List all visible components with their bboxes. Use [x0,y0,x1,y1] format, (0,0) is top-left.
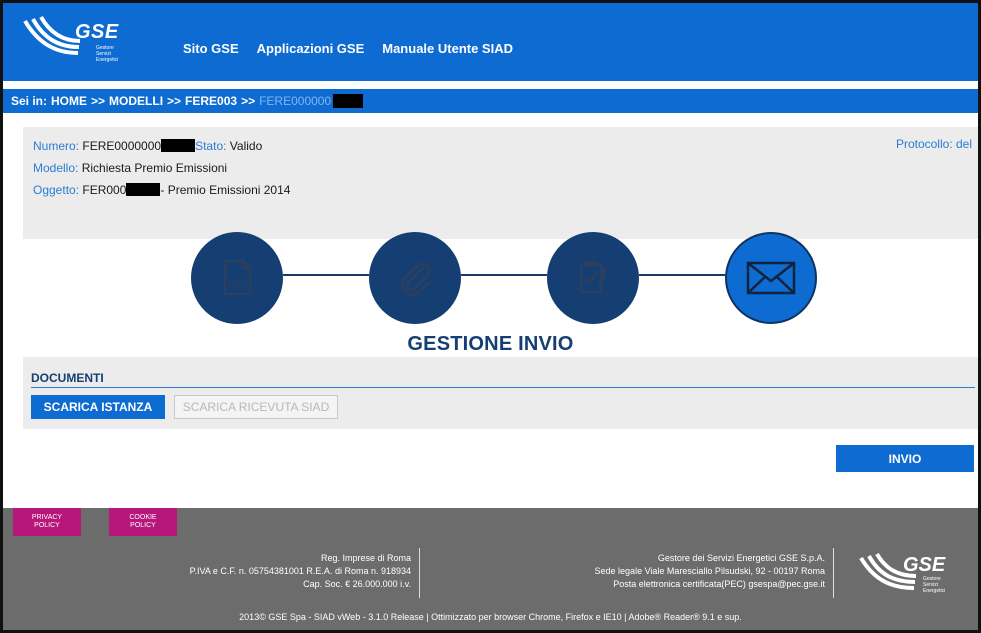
footer-line: Gestore dei Servizi Energetici GSE S.p.A… [657,553,825,563]
logo-sub-line: Energetici [96,57,119,63]
gse-swoosh-icon [23,15,81,55]
footer-line: Cap. Soc. € 26.000.000 i.v. [303,579,411,589]
documents-panel: DOCUMENTI SCARICA ISTANZA SCARICA RICEVU… [23,357,978,429]
oggetto-value-suffix: - Premio Emissioni 2014 [160,183,291,197]
app-window: GSE Gestore Servizi Energetici Sito GSE … [0,0,981,633]
logo-subtext: Gestore Servizi Energetici [96,45,118,63]
footer-copyright: 2013© GSE Spa - SIAD vWeb - 3.1.0 Releas… [239,612,742,622]
logo-text: GSE [75,21,119,43]
footer-line: Sede legale Viale Maresciallo Pilsudski,… [594,566,825,576]
modello-label: Modello: [33,161,79,175]
footer: PRIVACY POLICY COOKIE POLICY Reg. Impres… [3,508,978,630]
redaction-block [333,94,364,108]
section-title: GESTIONE INVIO [407,333,574,355]
top-nav: Sito GSE Applicazioni GSE Manuale Utente… [183,41,513,56]
info-row-oggetto: Oggetto: FER000 - Premio Emissioni 2014 [33,179,968,201]
documents-divider [31,387,975,388]
clipboard-check-icon [579,261,607,294]
send-button[interactable]: INVIO [836,445,974,472]
stato-value: Valido [229,139,263,153]
step-connector [639,274,725,276]
footer-line: Posta elettronica certificata(PEC) gsesp… [613,579,825,589]
redaction-block [126,183,161,196]
oggetto-value-prefix: FER000 [82,183,127,197]
footer-logo-subtext: Gestore Servizi Energetici [923,576,945,594]
logo-sub-line: Energetici [923,588,946,594]
step-connector [283,274,369,276]
footer-gse-logo: GSE Gestore Servizi Energetici [859,550,959,598]
nav-manuale-utente[interactable]: Manuale Utente SIAD [382,41,513,56]
wizard-steps: PDF [191,232,821,328]
breadcrumb-separator: >> [241,94,256,108]
info-row-modello: Modello: Richiesta Premio Emissioni [33,157,968,179]
oggetto-label: Oggetto: [33,183,80,197]
cookie-line: COOKIE [129,514,157,521]
breadcrumb: Sei in: HOME >> MODELLI >> FERE003 >> FE… [3,89,978,113]
step-checklist[interactable] [547,232,639,324]
footer-divider [419,548,420,598]
step-send[interactable] [725,232,817,324]
breadcrumb-fere003[interactable]: FERE003 [185,94,237,108]
numero-value: FERE0000000 [82,139,162,153]
privacy-line: PRIVACY [31,514,63,521]
envelope-icon [746,261,796,295]
step-attachments[interactable] [369,232,461,324]
breadcrumb-modelli[interactable]: MODELLI [109,94,163,108]
step-connector [461,274,547,276]
document-info-panel: Numero: FERE0000000 Stato: Valido Modello… [23,127,978,239]
gse-logo[interactable]: GSE Gestore Servizi Energetici [23,13,133,69]
cookie-policy-button[interactable]: COOKIE POLICY [109,508,177,536]
privacy-policy-button[interactable]: PRIVACY POLICY [13,508,81,536]
breadcrumb-separator: >> [91,94,106,108]
stato-label: Stato: [195,139,227,153]
footer-divider [833,548,834,598]
documents-title: DOCUMENTI [31,371,104,385]
top-bar: GSE Gestore Servizi Energetici Sito GSE … [3,3,978,81]
info-row-numero: Numero: FERE0000000 Stato: Valido [33,135,968,157]
breadcrumb-separator: >> [167,94,182,108]
footer-logo-text: GSE [903,554,946,576]
breadcrumb-prefix: Sei in: [11,94,48,108]
modello-value: Richiesta Premio Emissioni [81,161,228,175]
cookie-line: POLICY [130,522,156,529]
privacy-line: POLICY [34,522,60,529]
footer-line: P.IVA e C.F. n. 05754381001 R.E.A. di Ro… [189,566,411,576]
svg-text:PDF: PDF [228,279,247,289]
protocollo-label: Protocollo: del [895,137,972,151]
nav-sito-gse[interactable]: Sito GSE [183,41,239,56]
breadcrumb-current: FERE000000 [259,94,332,108]
redaction-block [161,139,196,152]
footer-line: Reg. Imprese di Roma [320,553,411,563]
download-receipt-button[interactable]: SCARICA RICEVUTA SIAD [174,395,338,419]
breadcrumb-home[interactable]: HOME [51,94,87,108]
footer-company-registry: Reg. Imprese di Roma P.IVA e C.F. n. 057… [103,552,411,591]
step-pdf[interactable]: PDF [191,232,283,324]
footer-company-address: Gestore dei Servizi Energetici GSE S.p.A… [463,552,825,591]
download-instance-button[interactable]: SCARICA ISTANZA [31,395,165,419]
pdf-icon: PDF [223,259,252,296]
paperclip-icon [400,262,431,297]
nav-applicazioni-gse[interactable]: Applicazioni GSE [257,41,365,56]
numero-label: Numero: [33,139,80,153]
